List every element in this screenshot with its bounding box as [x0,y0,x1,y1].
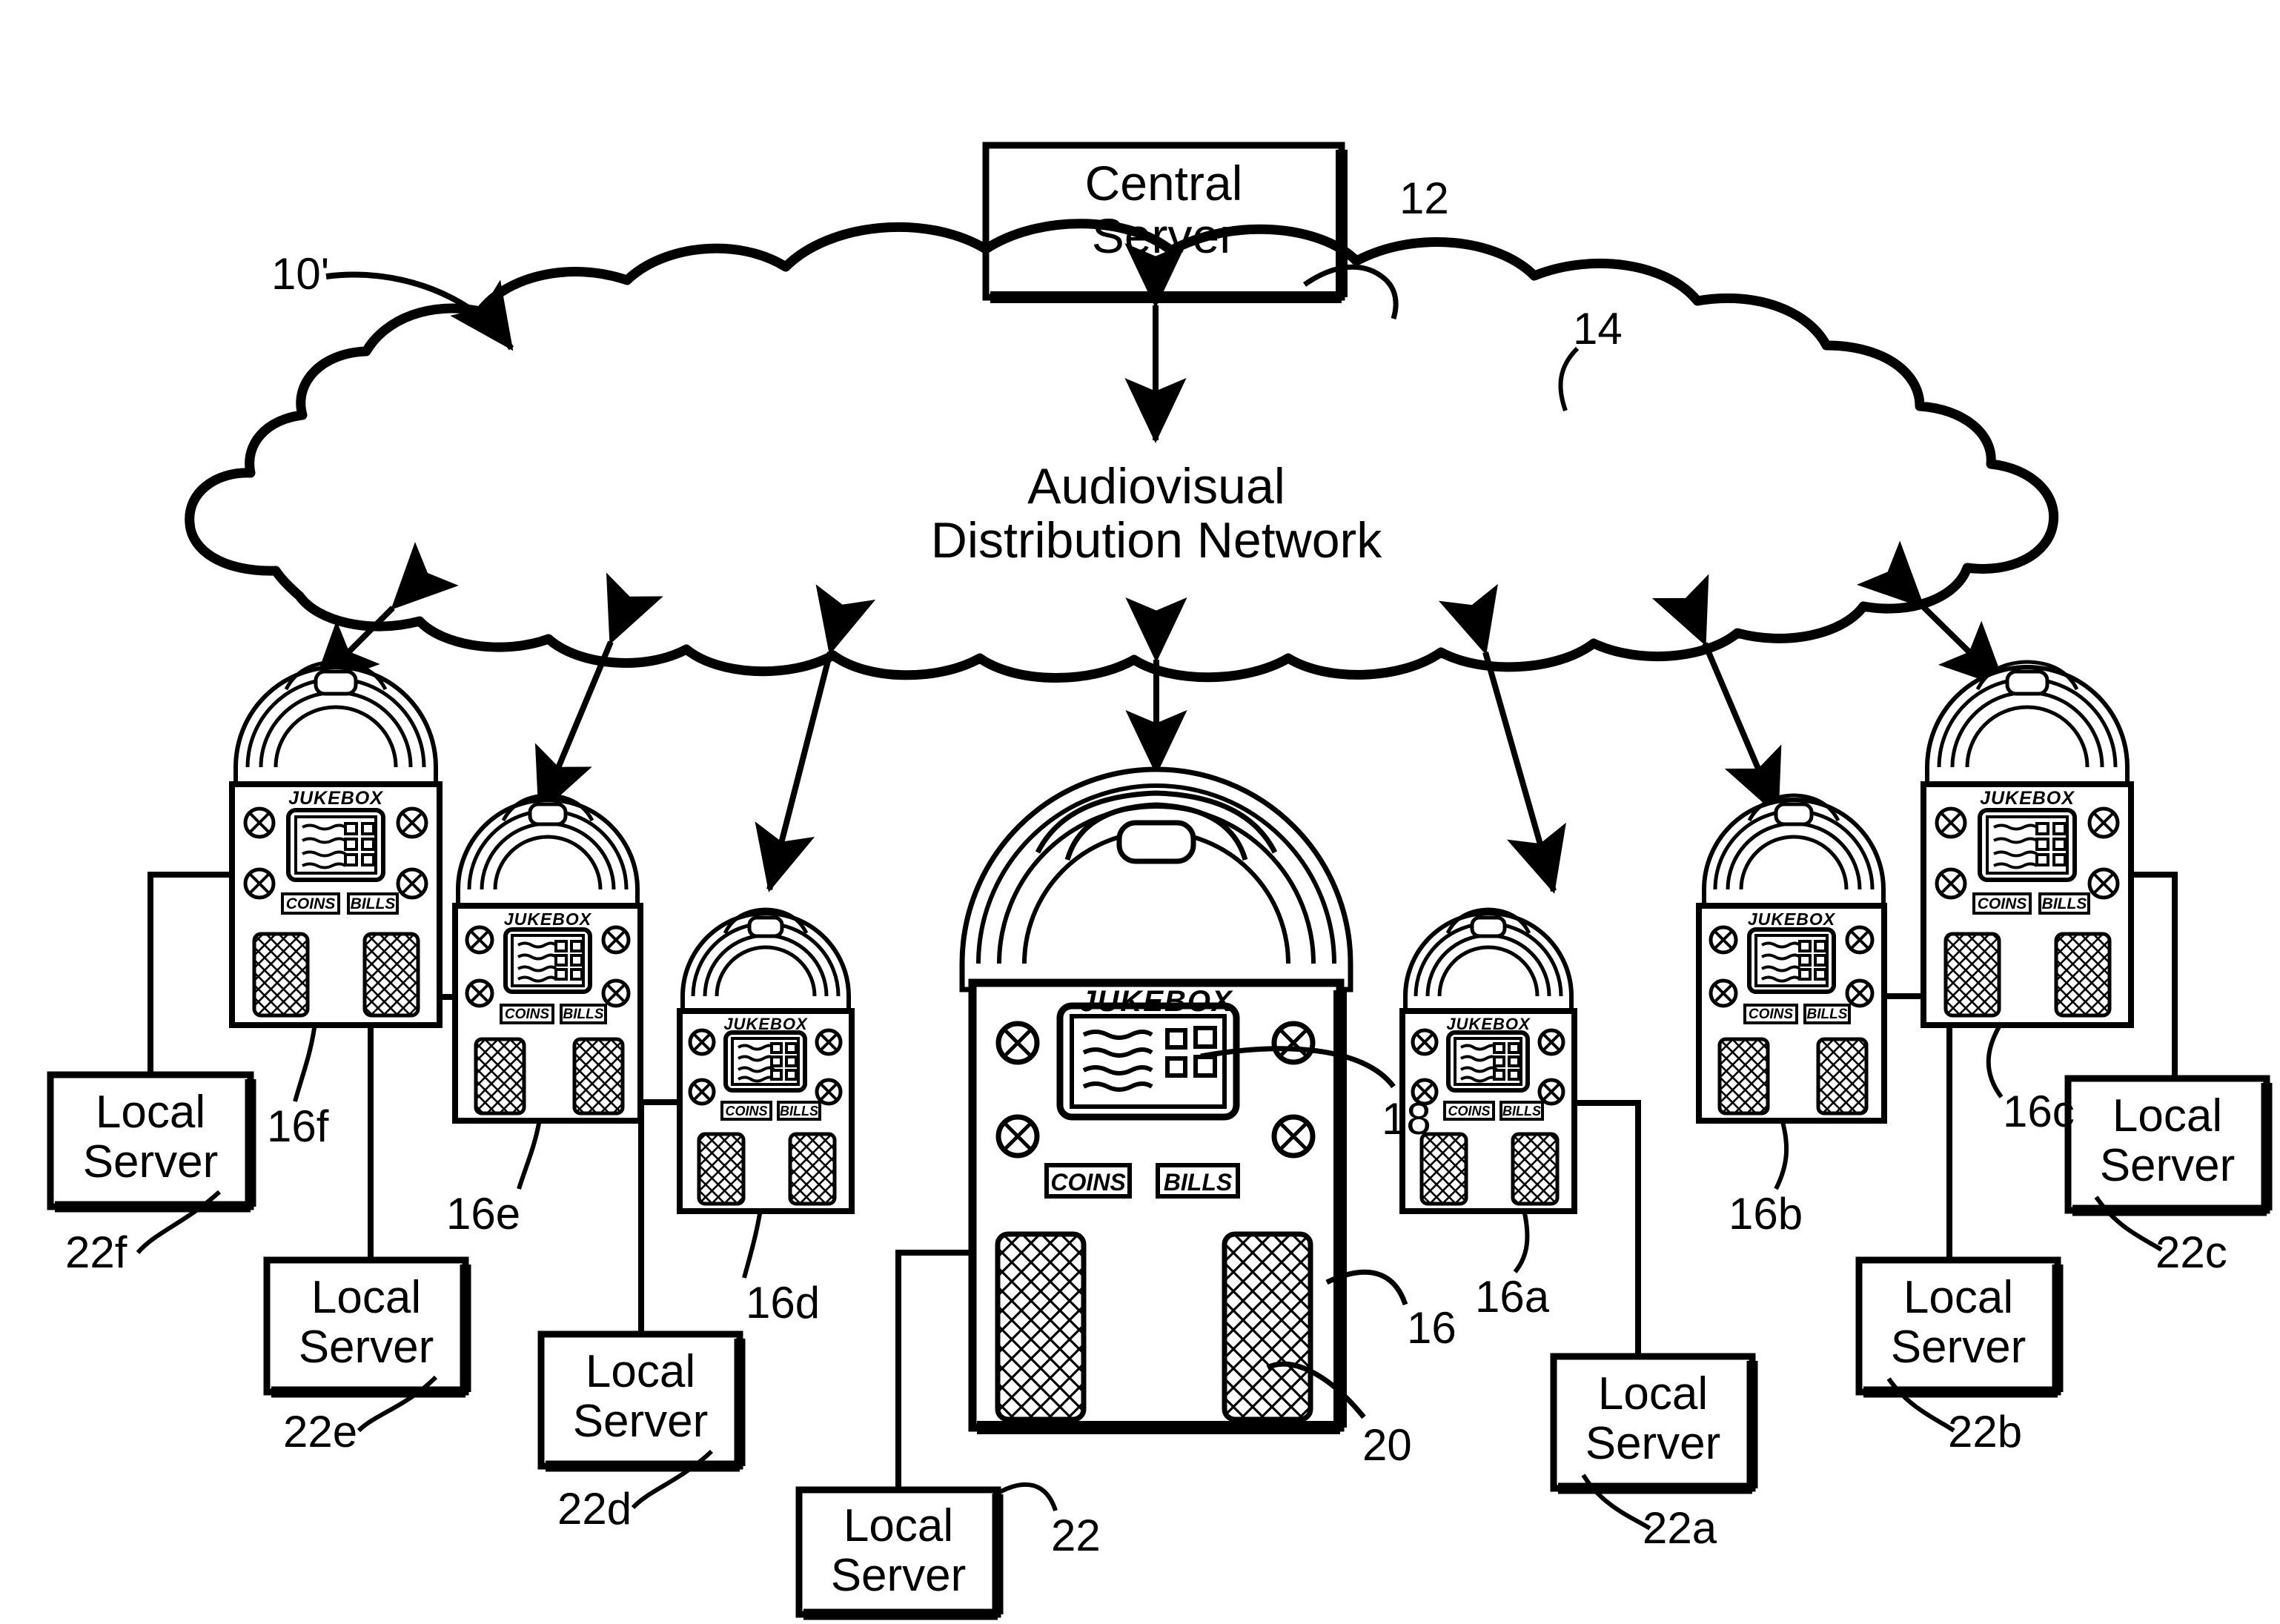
ref-22f: 22f [65,1227,127,1277]
ref-22d: 22d [557,1484,632,1534]
jukebox-16d-bills-label: BILLS [780,1104,818,1118]
network-line1: Audiovisual [1027,458,1285,514]
jukebox-16e-title: JUKEBOX [503,909,592,929]
local-server-line1: Local [843,1500,954,1551]
patent-figure-canvas: Central Server 12 Audiovisual Distributi… [0,0,2280,1624]
local-server-22b-label: Local Server [1859,1273,2058,1373]
jukebox-16b-bills-label: BILLS [1806,1007,1848,1022]
jukebox-16a-bills-label: BILLS [1502,1104,1541,1118]
central-server-line2: Server [1091,208,1236,264]
jukebox-16f-coins-label: COINS [285,895,336,912]
main-jukebox-title: JUKEBOX [1079,985,1233,1018]
local-server-22a-label: Local Server [1554,1368,1752,1469]
jukebox-16a[interactable] [1399,907,1577,1273]
local-server-22-label: Local Server [799,1500,998,1601]
jukebox-16d-title: JUKEBOX [723,1015,808,1033]
local-server-22f-label: Local Server [50,1087,251,1187]
jukebox-16c[interactable] [1921,660,2134,1098]
ref-16c: 16c [2003,1087,2075,1136]
ref-12: 12 [1399,173,1449,223]
main-jukebox-coins-label: COINS [1050,1169,1126,1196]
central-server-line1: Central [1084,156,1243,211]
ref-16d: 16d [746,1278,821,1328]
jukebox-16b-title: JUKEBOX [1747,909,1836,929]
jukebox-16e-bills-label: BILLS [563,1007,604,1022]
ref-22a: 22a [1643,1503,1717,1553]
local-server-line1: Local [1903,1272,2014,1323]
ref-16e: 16e [446,1189,521,1239]
local-server-line1: Local [1597,1368,1709,1419]
local-server-line1: Local [311,1272,422,1323]
local-server-line2: Server [830,1549,967,1601]
local-server-line2: Server [1585,1417,1721,1469]
jukebox-16f-title: JUKEBOX [288,788,383,809]
network-line2: Distribution Network [930,512,1382,569]
jukebox-16d-coins-label: COINS [725,1104,768,1118]
local-server-line2: Server [82,1136,219,1187]
network-cloud-label: Audiovisual Distribution Network [786,458,1527,569]
jukebox-16d[interactable] [677,907,855,1279]
main-jukebox-bills-label: BILLS [1163,1169,1233,1196]
central-server-label: Central Server [986,156,1342,264]
jukebox-16a-coins-label: COINS [1448,1104,1491,1118]
local-server-line2: Server [298,1321,434,1373]
ref-22: 22 [1051,1511,1101,1560]
jukebox-16e-coins-label: COINS [504,1007,550,1022]
ref-22b: 22b [1948,1407,2023,1456]
ref-figure-10: 10' [271,249,330,299]
local-server-line1: Local [95,1087,206,1138]
local-server-22c-label: Local Server [2068,1090,2267,1191]
ref-16b: 16b [1729,1189,1803,1239]
local-server-line2: Server [572,1395,709,1447]
ref-22e: 22e [283,1407,358,1456]
jukebox-16f[interactable] [229,660,443,1102]
jukebox-16a-title: JUKEBOX [1446,1015,1531,1033]
ref-16f: 16f [267,1101,329,1151]
jukebox-16b[interactable] [1696,793,1887,1190]
ref-16: 16 [1407,1303,1457,1353]
ref-20: 20 [1362,1420,1412,1470]
local-server-line1: Local [2112,1090,2223,1141]
jukebox-16c-bills-label: BILLS [2041,895,2087,912]
ref-22c: 22c [2155,1227,2227,1277]
ref-14: 14 [1573,304,1623,354]
local-server-line1: Local [585,1346,696,1397]
jukebox-16c-title: JUKEBOX [1980,788,2075,809]
jukebox-16c-coins-label: COINS [1977,895,2027,912]
ref-16a: 16a [1475,1272,1550,1322]
jukebox-16b-coins-label: COINS [1748,1007,1794,1022]
jukebox-16f-bills-label: BILLS [350,895,396,912]
main-jukebox-16[interactable] [959,766,1408,1434]
jukebox-16e[interactable] [452,793,643,1190]
local-server-line2: Server [1890,1321,2027,1373]
local-server-22d-label: Local Server [541,1346,740,1447]
ref-18: 18 [1382,1094,1431,1144]
local-server-line2: Server [2099,1139,2236,1191]
local-server-22e-label: Local Server [267,1273,465,1373]
